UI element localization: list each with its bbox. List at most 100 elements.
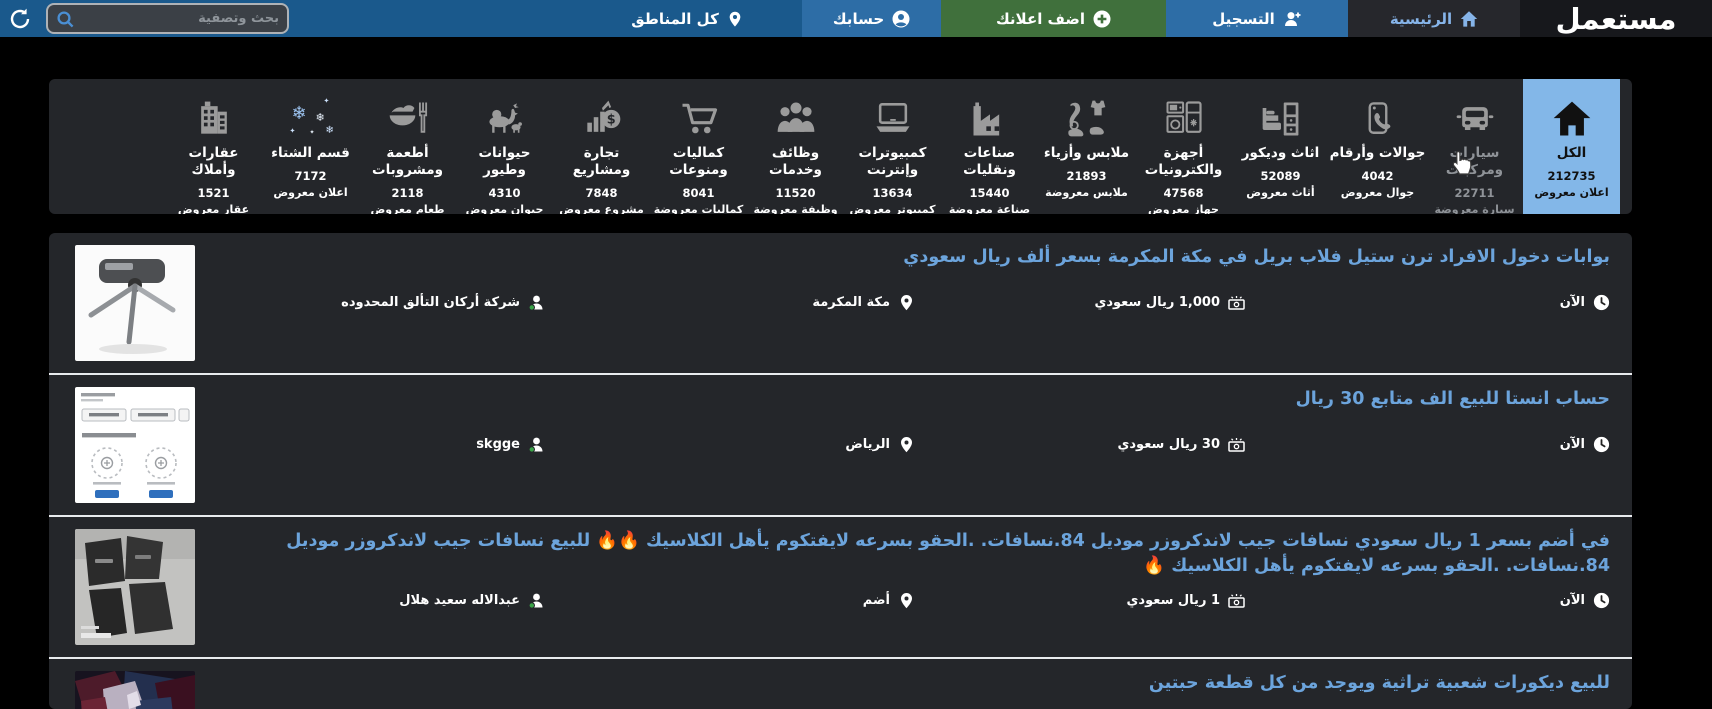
category-unit: عقار معروض [165, 203, 262, 214]
category-item-realestate[interactable]: عقارات وأملاك 1521 عقار معروض [165, 79, 262, 214]
clock-icon [1593, 294, 1610, 311]
listing-title[interactable]: للبيع ديكورات شعبية تراثية ويوجد من كل ق… [215, 671, 1610, 696]
listing-time-label: الآن [1560, 437, 1585, 452]
category-item-electronics[interactable]: أجهزة والكترونيات 47568 جهاز معروض [1135, 79, 1232, 214]
listing-location-label: أضم [863, 593, 890, 608]
search-icon [56, 10, 74, 28]
category-item-food[interactable]: أطعمة ومشروبات 2118 طعام معروض [359, 79, 456, 214]
home-icon [1523, 89, 1620, 141]
nav-register-label: التسجيل [1212, 10, 1274, 28]
listing-price: 1,000 ريال سعودي [915, 294, 1245, 311]
listing-title[interactable]: في أضم بسعر 1 ريال سعودي نسافات جيب لاند… [215, 529, 1610, 580]
category-unit: اعلان معروض [262, 186, 359, 199]
clothes-icon [1038, 89, 1135, 141]
category-unit: وظيفة معروضة [747, 203, 844, 214]
listing-seller-label: عبدالاله سعيد هلال [399, 593, 520, 608]
category-unit: كماليات معروضة [650, 203, 747, 214]
chart-dollar-icon: $ [553, 89, 650, 141]
category-count: 13634 [844, 186, 941, 200]
nav-register[interactable]: التسجيل [1166, 0, 1348, 37]
listing-seller[interactable]: شركة أركان التألق المحدوده [215, 294, 545, 311]
nav-account-label: حسابك [833, 10, 884, 28]
svg-text:$: $ [606, 113, 615, 128]
listing-seller[interactable]: skgge [215, 436, 545, 453]
category-unit: مشروع معروض [553, 203, 650, 214]
nav-home[interactable]: الرئيسية [1348, 0, 1520, 37]
category-count: 4310 [456, 186, 553, 200]
category-count: 22711 [1426, 186, 1523, 200]
factory-icon [941, 89, 1038, 141]
category-label: حيوانات وطيور [456, 145, 553, 179]
category-item-cars[interactable]: سيارات ومركبات 22711 سيارة معروضة [1426, 79, 1523, 214]
listing-thumbnail-mudflaps[interactable] [75, 529, 195, 645]
category-label: صناعات ونقليات [941, 145, 1038, 179]
category-item-animals[interactable]: حيوانات وطيور 4310 حيوان معروض [456, 79, 553, 214]
car-icon [1426, 89, 1523, 141]
listing-row: للبيع ديكورات شعبية تراثية ويوجد من كل ق… [49, 657, 1632, 709]
listing-price-label: 1 ريال سعودي [1127, 593, 1220, 608]
search-input[interactable] [78, 11, 279, 26]
category-item-business[interactable]: $ تجارة ومشاريع 7848 مشروع معروض [553, 79, 650, 214]
listings-panel: بوابات دخول الافراد ترن ستيل فلاب بريل ف… [49, 233, 1632, 709]
money-icon [1228, 294, 1245, 311]
location-pin-icon [898, 436, 915, 453]
category-unit: صناعة معروضة [941, 203, 1038, 214]
category-label: سيارات ومركبات [1426, 145, 1523, 179]
listing-title[interactable]: بوابات دخول الافراد ترن ستيل فلاب بريل ف… [215, 245, 1610, 270]
category-count: 1521 [165, 186, 262, 200]
nav-all-regions[interactable]: كل المناطق [622, 0, 752, 37]
category-item-furniture[interactable]: اثاث وديكور 52089 أثاث معروض [1232, 79, 1329, 214]
category-unit: أثاث معروض [1232, 186, 1329, 199]
category-item-phones[interactable]: جوالات وأرقام 4042 جوال معروض [1329, 79, 1426, 214]
nav-add-ad-label: اضف اعلانك [996, 10, 1085, 28]
listing-seller-label: شركة أركان التألق المحدوده [341, 295, 520, 310]
listing-title[interactable]: حساب انستا للبيع الف متابع 30 ريال [215, 387, 1610, 412]
listing-thumbnail-turnstile[interactable] [75, 245, 195, 361]
listing-row: بوابات دخول الافراد ترن ستيل فلاب بريل ف… [49, 233, 1632, 373]
listing-thumbnail-decor[interactable] [75, 671, 195, 709]
listing-time: الآن [1245, 294, 1610, 311]
listing-seller[interactable]: عبدالاله سعيد هلال [215, 592, 545, 609]
category-unit: اعلان معروض [1523, 186, 1620, 199]
category-item-winter[interactable]: ❄ ❄ ✦ ✦ ✦ ❄ قسم الشتاء 7172 اعلان معروض [262, 79, 359, 214]
category-item-computers[interactable]: كمبيوترات وإنترنت 13634 كمبيوتر معروض [844, 79, 941, 214]
category-item-misc[interactable]: كماليات ومنوعات 8041 كماليات معروضة [650, 79, 747, 214]
person-online-icon [528, 592, 545, 609]
category-item-jobs[interactable]: وظائف وخدمات 11520 وظيفة معروضة [747, 79, 844, 214]
category-label: كمبيوترات وإنترنت [844, 145, 941, 179]
money-icon [1228, 592, 1245, 609]
listing-location-label: مكة المكرمة [812, 295, 890, 310]
category-label: كماليات ومنوعات [650, 145, 747, 179]
category-label: تجارة ومشاريع [553, 145, 650, 179]
furniture-icon [1232, 89, 1329, 141]
cart-icon [650, 89, 747, 141]
category-count: 11520 [747, 186, 844, 200]
listing-time-label: الآن [1560, 593, 1585, 608]
brand-logo[interactable]: مستعمل [1520, 0, 1712, 37]
category-label: أطعمة ومشروبات [359, 145, 456, 179]
category-label: الكل [1523, 145, 1620, 162]
refresh-icon[interactable] [8, 7, 32, 31]
category-item-all[interactable]: الكل 212735 اعلان معروض [1523, 79, 1620, 214]
category-unit: ملابس معروضة [1038, 186, 1135, 199]
listing-price-label: 1,000 ريال سعودي [1094, 295, 1220, 310]
top-navbar: كل المناطق حسابك اضف اعلانك التسجيل الرئ… [0, 0, 1712, 37]
category-bar: الكل 212735 اعلان معروض سيارات ومركبات 2… [49, 79, 1632, 214]
listing-price: 30 ريال سعودي [915, 436, 1245, 453]
category-unit: حيوان معروض [456, 203, 553, 214]
listing-attributes: الآن 1,000 ريال سعودي مكة المكرمة شركة أ… [215, 294, 1610, 311]
category-count: 47568 [1135, 186, 1232, 200]
category-count: 212735 [1523, 169, 1620, 183]
listing-price-label: 30 ريال سعودي [1117, 437, 1220, 452]
brand-logo-text: مستعمل [1556, 2, 1677, 36]
category-label: جوالات وأرقام [1329, 145, 1426, 162]
laptop-icon [844, 89, 941, 141]
listing-location: أضم [545, 592, 915, 609]
listing-thumbnail-instagram-dashboard[interactable] [75, 387, 195, 503]
category-item-industry[interactable]: صناعات ونقليات 15440 صناعة معروضة [941, 79, 1038, 214]
category-count: 15440 [941, 186, 1038, 200]
snowflakes-icon: ❄ ❄ ✦ ✦ ✦ ❄ [262, 89, 359, 141]
nav-account[interactable]: حسابك [802, 0, 941, 37]
category-item-clothes[interactable]: ملابس وأزياء 21893 ملابس معروضة [1038, 79, 1135, 214]
nav-add-ad-button[interactable]: اضف اعلانك [941, 0, 1166, 37]
